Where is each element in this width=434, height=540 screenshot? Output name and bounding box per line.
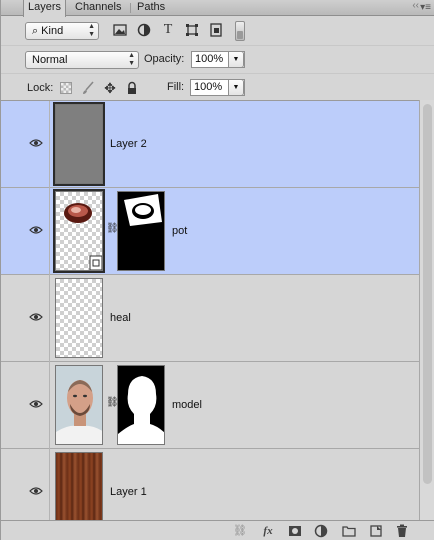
lock-label: Lock: [27,82,54,94]
adjustment-layer-icon[interactable] [314,524,328,538]
layer-row-model[interactable]: ⛓ model [1,362,419,449]
layers-panel: Layers Channels Paths ‹‹ ▾≡ ⌕ Kind ▲ ▼ T N… [0,0,434,540]
filter-kind-dropdown[interactable]: ⌕ Kind ▲ ▼ [25,22,99,40]
search-icon: ⌕ [32,25,39,37]
layer-thumbnail[interactable] [53,102,105,186]
lock-row: Lock: ✥ Fill: 100% ▼ [1,73,434,100]
layer-thumbnail[interactable] [55,278,103,358]
shape-filter-icon[interactable] [185,23,199,37]
chevron-down-icon[interactable]: ▼ [228,51,244,68]
layer-row-pot[interactable]: ⛓ pot [1,188,419,275]
filter-kind-label: Kind [41,25,64,37]
mask-shape [118,376,164,444]
layer-mask-thumbnail[interactable] [117,365,165,445]
fill-field[interactable]: 100% ▼ [190,79,245,96]
filter-row: ⌕ Kind ▲ ▼ T [1,17,434,45]
tab-layers[interactable]: Layers [23,0,67,17]
panel-menu-icon[interactable]: ▾≡ [420,1,431,15]
tab-divider [130,3,131,13]
pixel-filter-icon[interactable] [113,23,127,37]
layer-thumbnail[interactable] [55,365,103,445]
add-mask-icon[interactable] [288,524,302,538]
tab-channels[interactable]: Channels [71,0,125,16]
fill-value: 100% [194,81,223,93]
lock-image-pixels-icon[interactable] [81,81,95,95]
link-layers-icon[interactable]: ⛓ [233,524,247,538]
chevron-updown-icon: ▲ ▼ [88,23,95,38]
layer-mask-thumbnail[interactable] [117,191,165,271]
filter-toggle-switch[interactable] [235,21,245,41]
chevron-down-icon[interactable]: ▼ [228,79,244,96]
new-layer-icon[interactable] [369,524,383,538]
column-divider [49,275,50,362]
eye-icon[interactable] [29,312,43,322]
blend-row: Normal ▲ ▼ Opacity: 100% ▼ [1,45,434,73]
scrollbar[interactable] [419,100,434,520]
layer-name[interactable]: heal [110,312,131,324]
blend-mode-value: Normal [32,54,68,66]
pot-image [64,203,102,270]
layer-row-heal[interactable]: heal [1,275,419,362]
portrait-image [56,366,102,444]
tab-paths[interactable]: Paths [133,0,169,16]
mask-shape [124,194,162,226]
fill-label: Fill: [167,81,185,93]
scrollbar-thumb[interactable] [423,104,432,484]
column-divider [49,188,50,275]
opacity-label: Opacity: [144,53,185,65]
layers-list: Layer 2 ⛓ pot heal ⛓ model Layer 1 [1,100,419,520]
layer-name[interactable]: Layer 1 [110,486,147,498]
lock-transparent-pixels-icon[interactable] [59,81,73,95]
layer-name[interactable]: pot [172,225,187,237]
blend-mode-dropdown[interactable]: Normal ▲ ▼ [25,51,139,69]
eye-icon[interactable] [29,225,43,235]
collapse-icon[interactable]: ‹‹ [412,0,419,11]
layer-name[interactable]: model [172,399,202,411]
layer-row-layer-1[interactable]: Layer 1 [1,449,419,520]
lock-all-icon[interactable] [125,81,139,95]
smart-object-filter-icon[interactable] [209,23,223,37]
column-divider [49,449,50,520]
layer-row-layer-2[interactable]: Layer 2 [1,101,419,188]
eye-icon[interactable] [29,138,43,148]
lock-position-icon[interactable]: ✥ [103,81,117,95]
eye-icon[interactable] [29,399,43,409]
column-divider [49,101,50,188]
type-filter-icon[interactable]: T [161,23,175,37]
new-group-icon[interactable] [342,524,356,538]
opacity-field[interactable]: 100% ▼ [191,51,245,68]
eye-icon[interactable] [29,486,43,496]
bottom-toolbar: ⛓ fx [1,520,434,540]
column-divider [49,362,50,449]
panel-tab-bar: Layers Channels Paths ‹‹ ▾≡ [1,0,434,17]
layer-thumbnail[interactable] [53,189,105,273]
fx-icon[interactable]: fx [261,524,275,538]
adjustment-filter-icon[interactable] [137,23,151,37]
trash-icon[interactable] [395,524,409,538]
opacity-value: 100% [195,53,224,65]
layer-name[interactable]: Layer 2 [110,138,147,150]
layer-thumbnail[interactable] [55,452,103,520]
chevron-updown-icon: ▲ ▼ [128,52,135,67]
